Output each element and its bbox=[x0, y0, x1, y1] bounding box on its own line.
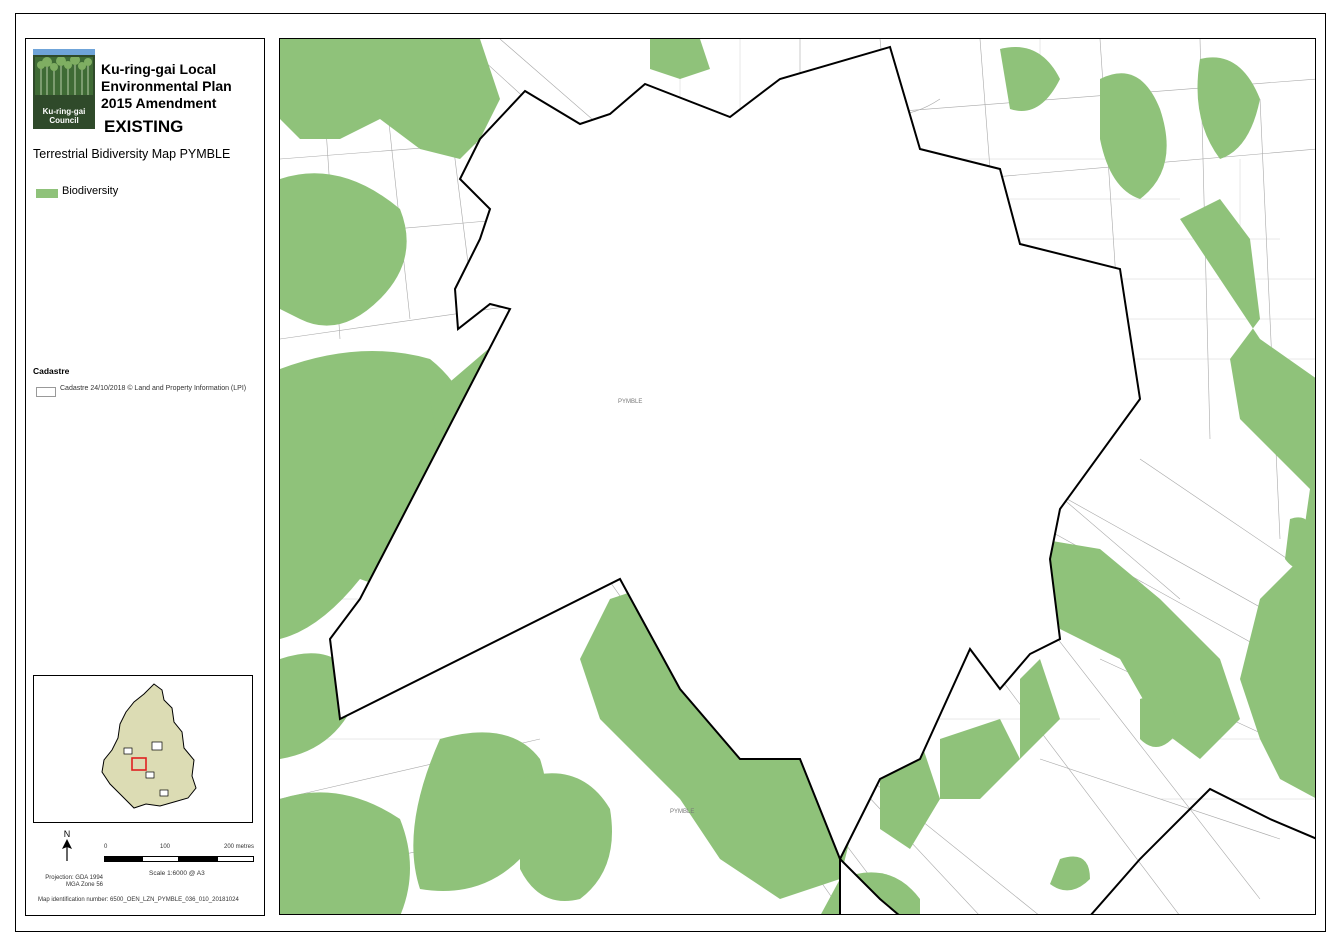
map-label-pymble: PYMBLE bbox=[618, 399, 643, 405]
cadastre-swatch bbox=[36, 387, 56, 397]
status-label: EXISTING bbox=[104, 117, 184, 136]
map-label-pymble-south: PYMBLE bbox=[670, 809, 695, 815]
map-title: Terrestrial Bidiversity Map PYMBLE bbox=[33, 147, 231, 161]
biodiversity-swatch bbox=[36, 189, 58, 198]
map-frame: PYMBLE PYMBLE bbox=[279, 38, 1316, 915]
north-arrow-icon bbox=[62, 839, 72, 861]
legend-panel: Ku-ring-gai Council Ku-ring-gai Local En… bbox=[25, 38, 265, 916]
cadastre-label: Cadastre 24/10/2018 © Land and Property … bbox=[60, 385, 247, 392]
council-logo: Ku-ring-gai Council bbox=[33, 49, 95, 129]
locator-map bbox=[33, 675, 253, 823]
trees-icon bbox=[35, 57, 93, 95]
scale-label: Scale 1:6000 @ A3 bbox=[149, 870, 205, 877]
projection-text: Projection: GDA 1994 MGA Zone 56 bbox=[45, 875, 103, 888]
logo-text: Ku-ring-gai Council bbox=[42, 107, 86, 125]
cadastre-heading: Cadastre bbox=[33, 366, 70, 376]
map-id: Map identification number: 6500_OEN_LZN_… bbox=[38, 897, 239, 903]
map-canvas bbox=[280, 39, 1315, 914]
scale-bar: 0 100 200 metres Scale 1:6000 @ A3 bbox=[104, 844, 255, 877]
north-arrow: N bbox=[61, 829, 73, 863]
biodiversity-label: Biodiversity bbox=[62, 185, 119, 197]
page-title: Ku-ring-gai Local Environmental Plan 201… bbox=[101, 61, 232, 111]
